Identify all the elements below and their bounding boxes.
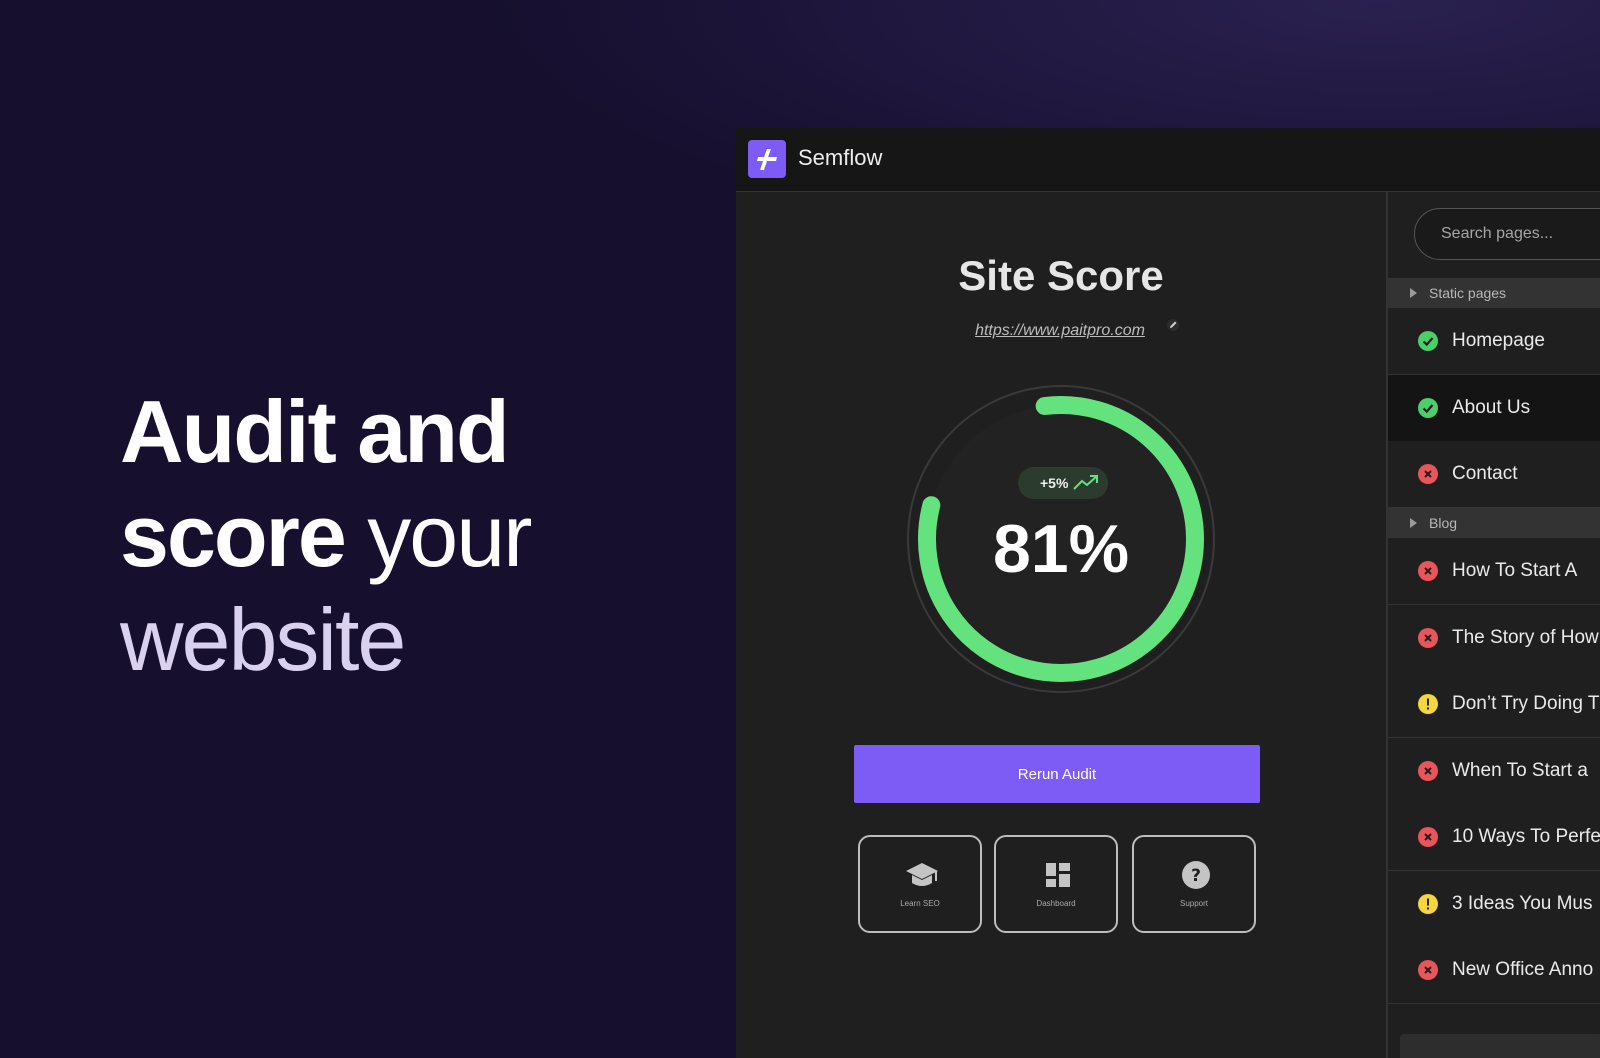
app-window: Semflow Site Score https://www.paitpro.c… <box>736 128 1600 1058</box>
support-tile[interactable]: ? Support <box>1132 835 1256 933</box>
page-row[interactable]: New Office Anno <box>1388 937 1600 1004</box>
caret-right-icon <box>1410 518 1417 528</box>
hero-line-2-light: your <box>344 486 532 585</box>
page-row[interactable]: About Us <box>1388 374 1600 442</box>
semflow-logo-icon <box>748 140 786 178</box>
page-row[interactable]: 3 Ideas You Mus <box>1388 870 1600 938</box>
learn-seo-label: Learn SEO <box>900 899 940 908</box>
svg-text:?: ? <box>1191 866 1201 886</box>
score-delta-badge: +5% <box>1018 467 1108 499</box>
warning-circle-icon <box>1418 893 1438 914</box>
site-url-link[interactable]: https://www.paitpro.com <box>960 322 1160 340</box>
hero-line-1: Audit and <box>120 382 510 481</box>
page-row[interactable]: Don’t Try Doing T <box>1388 671 1600 738</box>
help-icon: ? <box>1182 861 1210 889</box>
page-label: New Office Anno <box>1452 959 1594 980</box>
page-label: How To Start A <box>1452 560 1578 581</box>
page-row[interactable]: 10 Ways To Perfe <box>1388 804 1600 871</box>
title-bar: Semflow <box>736 128 1600 192</box>
page-label: Contact <box>1452 463 1518 484</box>
support-label: Support <box>1179 899 1209 908</box>
page-label: The Story of How <box>1452 626 1599 648</box>
page-row[interactable]: Homepage <box>1388 308 1600 375</box>
page-row[interactable]: How To Start A <box>1388 538 1600 605</box>
page-label: 3 Ideas You Mus <box>1452 892 1593 914</box>
caret-right-icon <box>1410 288 1417 298</box>
hero-headline: Audit and score your website <box>120 380 532 692</box>
learn-seo-tile[interactable]: Learn SEO <box>858 835 982 933</box>
score-value: 81% <box>992 511 1130 587</box>
rerun-audit-button[interactable]: Rerun Audit <box>854 745 1260 803</box>
check-circle-icon <box>1418 397 1438 418</box>
hero-line-2-bold: score <box>120 486 347 585</box>
dashboard-tile[interactable]: Dashboard <box>994 835 1118 933</box>
section-label: Static pages <box>1429 285 1507 301</box>
dashboard-label: Dashboard <box>1036 899 1076 908</box>
search-pages-input[interactable] <box>1414 208 1600 260</box>
x-circle-icon <box>1418 627 1438 648</box>
x-circle-icon <box>1418 760 1438 781</box>
warning-circle-icon <box>1418 694 1438 714</box>
section-header[interactable]: Static pages <box>1388 278 1600 308</box>
pages-sidebar: Static pages Homepage About Us Contact Blog H… <box>1386 192 1600 1058</box>
page-label: Homepage <box>1452 330 1545 351</box>
score-delta-text: +5% <box>1040 475 1069 491</box>
page-row[interactable]: The Story of How <box>1388 604 1600 672</box>
dashboard-icon <box>1046 863 1070 887</box>
hero-line-3: website <box>120 590 406 689</box>
x-circle-icon <box>1418 464 1438 484</box>
trending-up-icon <box>1073 475 1098 490</box>
page-row[interactable]: Contact <box>1388 441 1600 508</box>
page-label: When To Start a <box>1452 759 1588 781</box>
section-header[interactable]: Blog <box>1388 508 1600 538</box>
x-circle-icon <box>1418 561 1438 581</box>
page-row[interactable]: When To Start a <box>1388 737 1600 805</box>
check-circle-icon <box>1418 331 1438 351</box>
page-label: 10 Ways To Perfe <box>1452 826 1600 847</box>
score-panel: Site Score https://www.paitpro.com +5% 8… <box>736 192 1386 1058</box>
x-circle-icon <box>1418 827 1438 847</box>
page-label: Don’t Try Doing T <box>1452 693 1600 714</box>
page-title: Site Score <box>958 252 1164 299</box>
app-name: Semflow <box>798 145 883 170</box>
x-circle-icon <box>1418 960 1438 980</box>
section-label: Blog <box>1429 515 1458 531</box>
graduation-cap-icon <box>906 863 938 886</box>
pencil-icon[interactable] <box>1166 318 1180 332</box>
page-label: About Us <box>1452 396 1531 418</box>
sidebar-footer-bar <box>1400 1034 1600 1058</box>
